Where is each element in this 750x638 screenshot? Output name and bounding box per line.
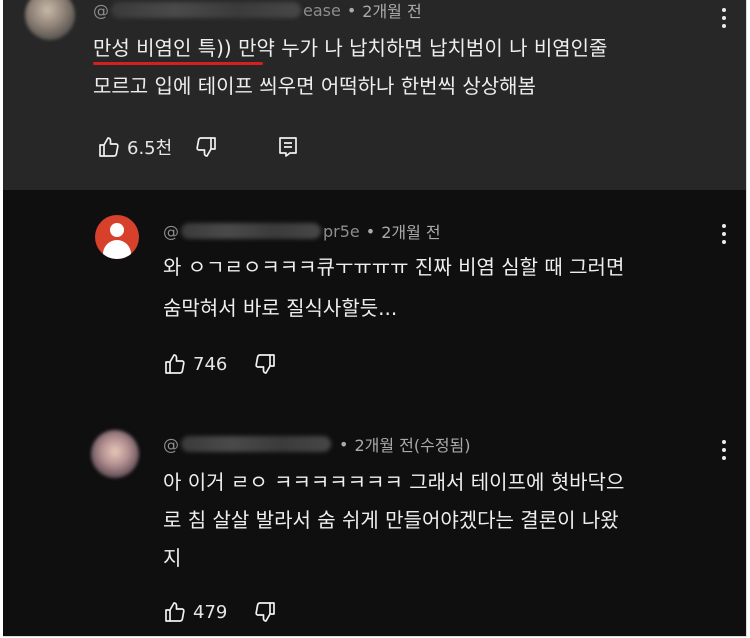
comment-text-line: 만성 비염인 특)) 만약 누가 나 납치하면 납치범이 나 비염인줄 (93, 32, 607, 64)
like-count: 746 (193, 353, 228, 375)
more-vertical-icon[interactable] (721, 224, 727, 244)
comment-actions: 479 (163, 600, 277, 624)
comment-time[interactable]: 2개월 전 (362, 0, 421, 22)
thumbs-down-icon[interactable] (253, 352, 277, 376)
avatar[interactable] (91, 430, 139, 478)
author-handle-redacted (111, 2, 301, 18)
thumbs-up-icon[interactable] (163, 600, 187, 624)
comment-text-line: 숨막혀서 바로 질식사할듯... (163, 296, 398, 320)
author-handle-suffix[interactable]: pr5e (323, 222, 360, 241)
thumbs-down-icon[interactable] (253, 600, 277, 624)
comment-text-line: 모르고 입에 테이프 씌우면 어떡하나 한번씩 상상해봄 (93, 74, 536, 98)
comment-time[interactable]: 2개월 전 (381, 219, 440, 243)
author-handle-suffix[interactable]: ease (303, 1, 341, 20)
like-count: 479 (193, 601, 228, 623)
comment-text-rest: )) 만약 누가 나 납치하면 납치범이 나 비염인줄 (216, 36, 608, 60)
comment-meta: @ ease • 2개월 전 (93, 0, 422, 22)
avatar[interactable] (95, 215, 139, 259)
author-handle-prefix[interactable]: @ (163, 222, 179, 241)
comment-actions: 746 (163, 352, 277, 376)
author-handle-redacted (181, 223, 321, 239)
comment-actions: 6.5천 (97, 134, 300, 160)
author-handle-prefix[interactable]: @ (93, 1, 109, 20)
thumbs-up-icon[interactable] (163, 352, 187, 376)
comment-meta: @ pr5e • 2개월 전 (163, 219, 441, 243)
comment-time[interactable]: 2개월 전(수정됨) (354, 432, 470, 456)
comment-text-line: 아 이거 ㄹㅇ ㅋㅋㅋㅋㅋㅋㅋ 그래서 테이프에 혓바닥으 (163, 470, 625, 494)
thumbs-down-icon[interactable] (194, 135, 218, 159)
avatar[interactable] (25, 0, 75, 40)
comment-text-highlight: 만성 비염인 특 (93, 36, 217, 60)
more-vertical-icon[interactable] (721, 440, 727, 460)
more-vertical-icon[interactable] (721, 8, 727, 28)
comment-meta: @ • 2개월 전(수정됨) (163, 432, 471, 456)
author-handle-prefix[interactable]: @ (163, 435, 179, 454)
comment-text-line: 지 (163, 546, 182, 570)
like-count: 6.5천 (127, 138, 173, 159)
reply-icon[interactable] (276, 135, 300, 159)
highlight-underline (93, 62, 263, 65)
thumbs-up-icon[interactable] (97, 135, 121, 159)
comment-text-line: 로 침 살살 발라서 숨 쉬게 만들어야겠다는 결론이 나왔 (163, 508, 619, 532)
author-handle-redacted (181, 436, 331, 452)
comment-text-line: 와 ㅇㄱㄹㅇㅋㅋㅋ큐ㅜㅠㅠㅠ 진짜 비염 심할 때 그러면 (163, 255, 625, 279)
comment-highlighted: @ ease • 2개월 전 만성 비염인 특)) 만약 누가 나 납치하면 납… (3, 0, 746, 190)
comments-panel: @ ease • 2개월 전 만성 비염인 특)) 만약 누가 나 납치하면 납… (3, 0, 747, 637)
